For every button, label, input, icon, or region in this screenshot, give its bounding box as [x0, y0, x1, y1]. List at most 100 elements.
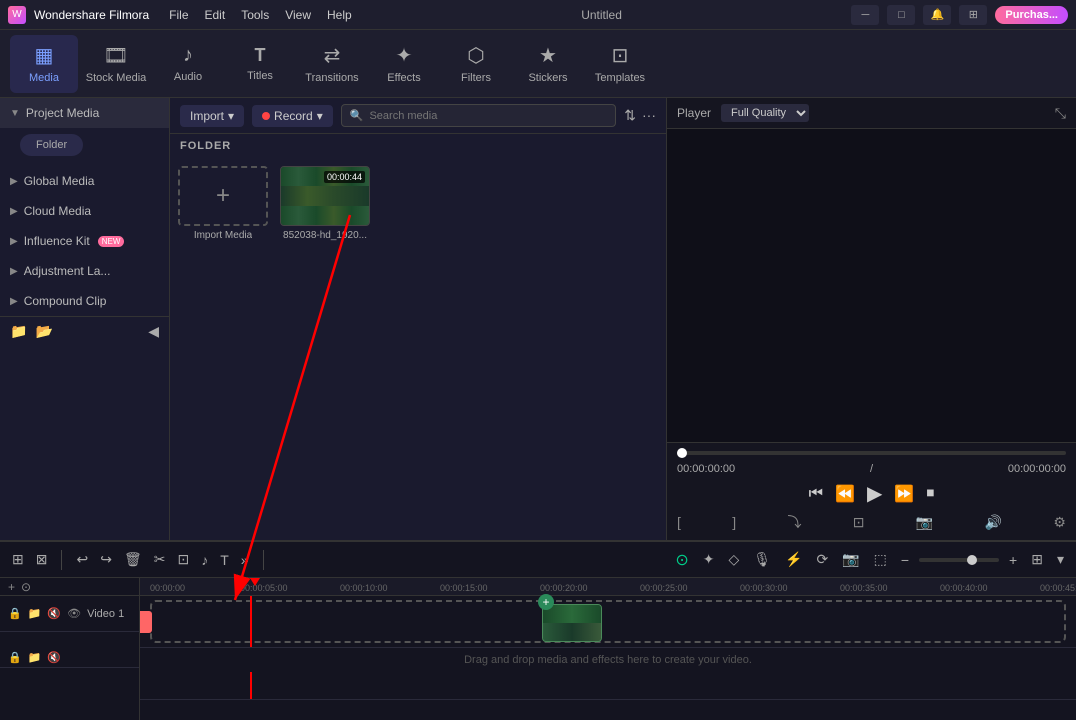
audio-folder-icon[interactable]: 📁: [28, 651, 42, 664]
delete-button[interactable]: 🗑: [120, 549, 146, 570]
mark-out-icon[interactable]: ]: [732, 514, 736, 530]
import-button[interactable]: Import ▾: [180, 105, 244, 127]
grid-button[interactable]: ⊞: [959, 5, 987, 25]
timeline-video-track[interactable]: +: [140, 596, 1076, 648]
progress-bar[interactable]: [677, 451, 1066, 455]
video-clip-thumbnail[interactable]: [542, 604, 602, 642]
sidebar: ▼ Project Media Folder ▶ Global Media ▶ …: [0, 98, 170, 540]
sidebar-item-compound-clip[interactable]: ▶ Compound Clip: [0, 286, 169, 316]
sidebar-item-adjustment[interactable]: ▶ Adjustment La...: [0, 256, 169, 286]
timeline-layout-icon[interactable]: ⊞: [1027, 549, 1047, 570]
video-mute-icon[interactable]: 🔇: [47, 607, 61, 620]
player-extras: [ ] ⤵ ⊡ 📷 🔊 ⚙: [677, 512, 1066, 532]
toolbar-item-effects[interactable]: ✦ Effects: [370, 35, 438, 93]
audio-lock-icon[interactable]: 🔒: [8, 651, 22, 664]
frame-back-button[interactable]: ⏪: [835, 484, 855, 504]
zoom-handle[interactable]: [967, 555, 977, 565]
cut-button[interactable]: ✂: [150, 549, 170, 570]
settings-icon[interactable]: ⚙: [1053, 514, 1066, 531]
audio-mute-icon[interactable]: 🔇: [47, 651, 61, 664]
text-tool[interactable]: T: [216, 550, 233, 570]
minimize-button[interactable]: ─: [851, 5, 879, 25]
folder-button[interactable]: Folder: [20, 134, 83, 156]
toolbar-effects-label: Effects: [387, 72, 420, 84]
link-track-button[interactable]: ⊙: [21, 580, 31, 594]
redo-button[interactable]: ↪: [96, 549, 116, 570]
menu-help[interactable]: Help: [327, 8, 352, 22]
quality-select[interactable]: Full Quality: [721, 104, 809, 122]
toolbar-item-stock-media[interactable]: 🎞 Stock Media: [82, 35, 150, 93]
ruler-mark-6: 00:00:30:00: [740, 583, 788, 593]
toolbar-item-titles[interactable]: T Titles: [226, 35, 294, 93]
timeline-mix-icon[interactable]: ⟳: [812, 549, 832, 570]
add-folder-button[interactable]: 📁: [10, 323, 27, 340]
chevron-right-icon-4: ▶: [10, 266, 18, 277]
timeline-voice-icon[interactable]: 🎙: [749, 549, 775, 570]
toolbar-item-templates[interactable]: ⊡ Templates: [586, 35, 654, 93]
timeline-magnet-tool[interactable]: ⊠: [32, 549, 52, 570]
new-folder-button[interactable]: 📂: [35, 323, 52, 340]
toolbar-item-audio[interactable]: ♪ Audio: [154, 35, 222, 93]
video-clip-item[interactable]: 00:00:44 852038-hd_1920...: [280, 166, 370, 241]
timeline-overlay-icon[interactable]: ⬚: [870, 549, 891, 570]
zoom-in-icon[interactable]: +: [1005, 550, 1021, 570]
timeline-audio-track[interactable]: [140, 672, 1076, 700]
stop-button[interactable]: ⏹: [926, 485, 934, 503]
video-lock-icon[interactable]: 🔒: [8, 607, 22, 620]
zoom-slider[interactable]: [919, 558, 999, 562]
search-box[interactable]: 🔍: [341, 104, 617, 127]
timeline-more-icon[interactable]: ▾: [1053, 549, 1068, 570]
menu-edit[interactable]: Edit: [205, 8, 226, 22]
video-eye-icon[interactable]: 👁: [67, 607, 81, 620]
sidebar-item-cloud-media[interactable]: ▶ Cloud Media: [0, 196, 169, 226]
sidebar-adjustment-label: Adjustment La...: [24, 264, 111, 278]
add-track-button[interactable]: +: [8, 580, 15, 594]
progress-handle[interactable]: [677, 448, 687, 458]
crop-tool[interactable]: ⊡: [173, 549, 193, 570]
timeline-ai-icon[interactable]: ⚡: [781, 549, 806, 570]
timeline-motion-icon[interactable]: ⊙: [671, 548, 692, 572]
sidebar-item-influence-kit[interactable]: ▶ Influence Kit NEW: [0, 226, 169, 256]
sort-icon[interactable]: ⇅: [624, 107, 636, 124]
video-folder-icon[interactable]: 📁: [28, 607, 42, 620]
toolbar-item-transitions[interactable]: ⇄ Transitions: [298, 35, 366, 93]
purchase-button[interactable]: Purchas...: [995, 6, 1068, 24]
ruler-mark-3: 00:00:15:00: [440, 583, 488, 593]
volume-icon[interactable]: 🔊: [985, 514, 1002, 531]
timeline-camera-icon[interactable]: 📷: [838, 549, 863, 570]
add-clip-button[interactable]: +: [538, 594, 554, 610]
audio-tool[interactable]: ♪: [197, 550, 212, 570]
search-input[interactable]: [369, 110, 607, 122]
record-label: Record: [274, 109, 313, 123]
mark-in-icon[interactable]: [: [677, 514, 681, 530]
toolbar-item-filters[interactable]: ⬡ Filters: [442, 35, 510, 93]
video-drop-zone[interactable]: +: [150, 600, 1066, 643]
frame-forward-button[interactable]: ⏩: [894, 484, 914, 504]
sidebar-item-global-media[interactable]: ▶ Global Media: [0, 166, 169, 196]
timeline-effect-icon[interactable]: ◇: [724, 549, 743, 570]
toolbar-item-media[interactable]: ▦ Media: [10, 35, 78, 93]
record-button[interactable]: Record ▾: [252, 105, 333, 127]
play-button[interactable]: ▶: [867, 481, 882, 506]
notifications-button[interactable]: 🔔: [923, 5, 951, 25]
collapse-sidebar-button[interactable]: ◀: [148, 323, 159, 340]
import-media-item[interactable]: + Import Media: [178, 166, 268, 241]
titlebar-left: W Wondershare Filmora File Edit Tools Vi…: [8, 6, 352, 24]
menu-view[interactable]: View: [285, 8, 311, 22]
timeline-select-tool[interactable]: ⊞: [8, 549, 28, 570]
more-options-icon[interactable]: ···: [642, 107, 656, 124]
toolbar-item-stickers[interactable]: ★ Stickers: [514, 35, 582, 93]
zoom-out-icon[interactable]: −: [897, 550, 913, 570]
undo-button[interactable]: ↩: [72, 549, 92, 570]
player-fullscreen-icon[interactable]: ⤡: [1055, 105, 1066, 122]
camera-icon[interactable]: 📷: [916, 514, 933, 531]
sidebar-item-project-media[interactable]: ▼ Project Media: [0, 98, 169, 128]
menu-tools[interactable]: Tools: [241, 8, 269, 22]
skip-back-button[interactable]: ⏮: [809, 485, 823, 503]
menu-file[interactable]: File: [169, 8, 188, 22]
snapshot-icon[interactable]: ⊡: [853, 514, 865, 531]
maximize-button[interactable]: □: [887, 5, 915, 25]
timeline-color-icon[interactable]: ✦: [699, 549, 719, 570]
insert-overwrite-icon[interactable]: ⤵: [787, 512, 801, 532]
more-tools[interactable]: »: [237, 550, 253, 570]
